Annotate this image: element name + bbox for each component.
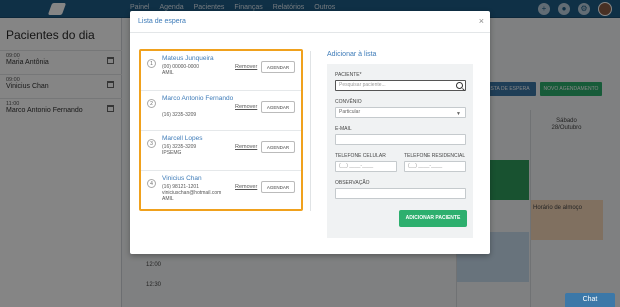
patient-name[interactable]: Vinicius Chan (162, 175, 242, 183)
close-icon[interactable]: × (479, 16, 484, 26)
position-number: 3 (147, 139, 156, 148)
waitlist-item: 2 Marco Antonio Fernando (16) 3235-3209 … (141, 91, 301, 131)
patient-label: PACIENTE* (335, 72, 362, 78)
add-to-list-title: Adicionar à lista (327, 51, 377, 58)
email-field[interactable] (335, 134, 466, 145)
mobile-label: TELEFONE CELULAR (335, 153, 386, 159)
email-label: E-MAIL (335, 126, 352, 132)
patient-name[interactable]: Mateus Junqueira (162, 55, 242, 63)
chevron-down-icon: ▼ (456, 111, 461, 117)
remove-link[interactable]: Remover (235, 104, 257, 110)
waitlist: 1 Mateus Junqueira (00) 00000-0000 AMIL … (139, 49, 303, 211)
add-patient-button[interactable]: ADICIONAR PACIENTE (399, 210, 467, 227)
patient-insurance: AMIL (162, 196, 174, 202)
modal-title: Lista de espera (138, 18, 186, 25)
notes-label: OBSERVAÇÃO (335, 180, 370, 186)
home-phone-field[interactable]: (__) ____-____ (404, 161, 466, 172)
chat-button[interactable]: Chat (565, 293, 615, 307)
patient-name[interactable]: Marcell Lopes (162, 135, 242, 143)
schedule-button[interactable]: AGENDAR (261, 181, 295, 193)
position-number: 4 (147, 179, 156, 188)
waitlist-modal: Lista de espera × 1 Mateus Junqueira (00… (130, 11, 490, 254)
waitlist-item: 3 Marcell Lopes (16) 3235-3209 IPSEMG Re… (141, 131, 301, 171)
schedule-button[interactable]: AGENDAR (261, 101, 295, 113)
home-phone-label: TELEFONE RESIDENCIAL (404, 153, 466, 159)
add-patient-form: PACIENTE* Pesquisar paciente... CONVÊNIO… (327, 64, 473, 238)
patient-name[interactable]: Marco Antonio Fernando (162, 95, 242, 103)
waitlist-item: 4 Vinicius Chan (16) 98121-1201 vinicius… (141, 171, 301, 211)
patient-search-input[interactable]: Pesquisar paciente... (335, 80, 466, 91)
patient-insurance: AMIL (162, 70, 174, 76)
position-number: 1 (147, 59, 156, 68)
insurance-label: CONVÊNIO (335, 99, 362, 105)
waitlist-item: 1 Mateus Junqueira (00) 00000-0000 AMIL … (141, 51, 301, 91)
insurance-select[interactable]: Particular ▼ (335, 107, 466, 118)
schedule-button[interactable]: AGENDAR (261, 61, 295, 73)
schedule-button[interactable]: AGENDAR (261, 141, 295, 153)
patient-phone: (16) 3235-3209 (162, 112, 197, 118)
patient-search-placeholder: Pesquisar paciente... (339, 82, 386, 88)
remove-link[interactable]: Remover (235, 64, 257, 70)
remove-link[interactable]: Remover (235, 184, 257, 190)
mobile-phone-field[interactable]: (__) ____-____ (335, 161, 397, 172)
remove-link[interactable]: Remover (235, 144, 257, 150)
insurance-value: Particular (339, 109, 361, 115)
search-icon[interactable] (456, 82, 463, 89)
notes-field[interactable] (335, 188, 466, 199)
position-number: 2 (147, 99, 156, 108)
patient-insurance: IPSEMG (162, 150, 182, 156)
column-divider (310, 51, 311, 211)
